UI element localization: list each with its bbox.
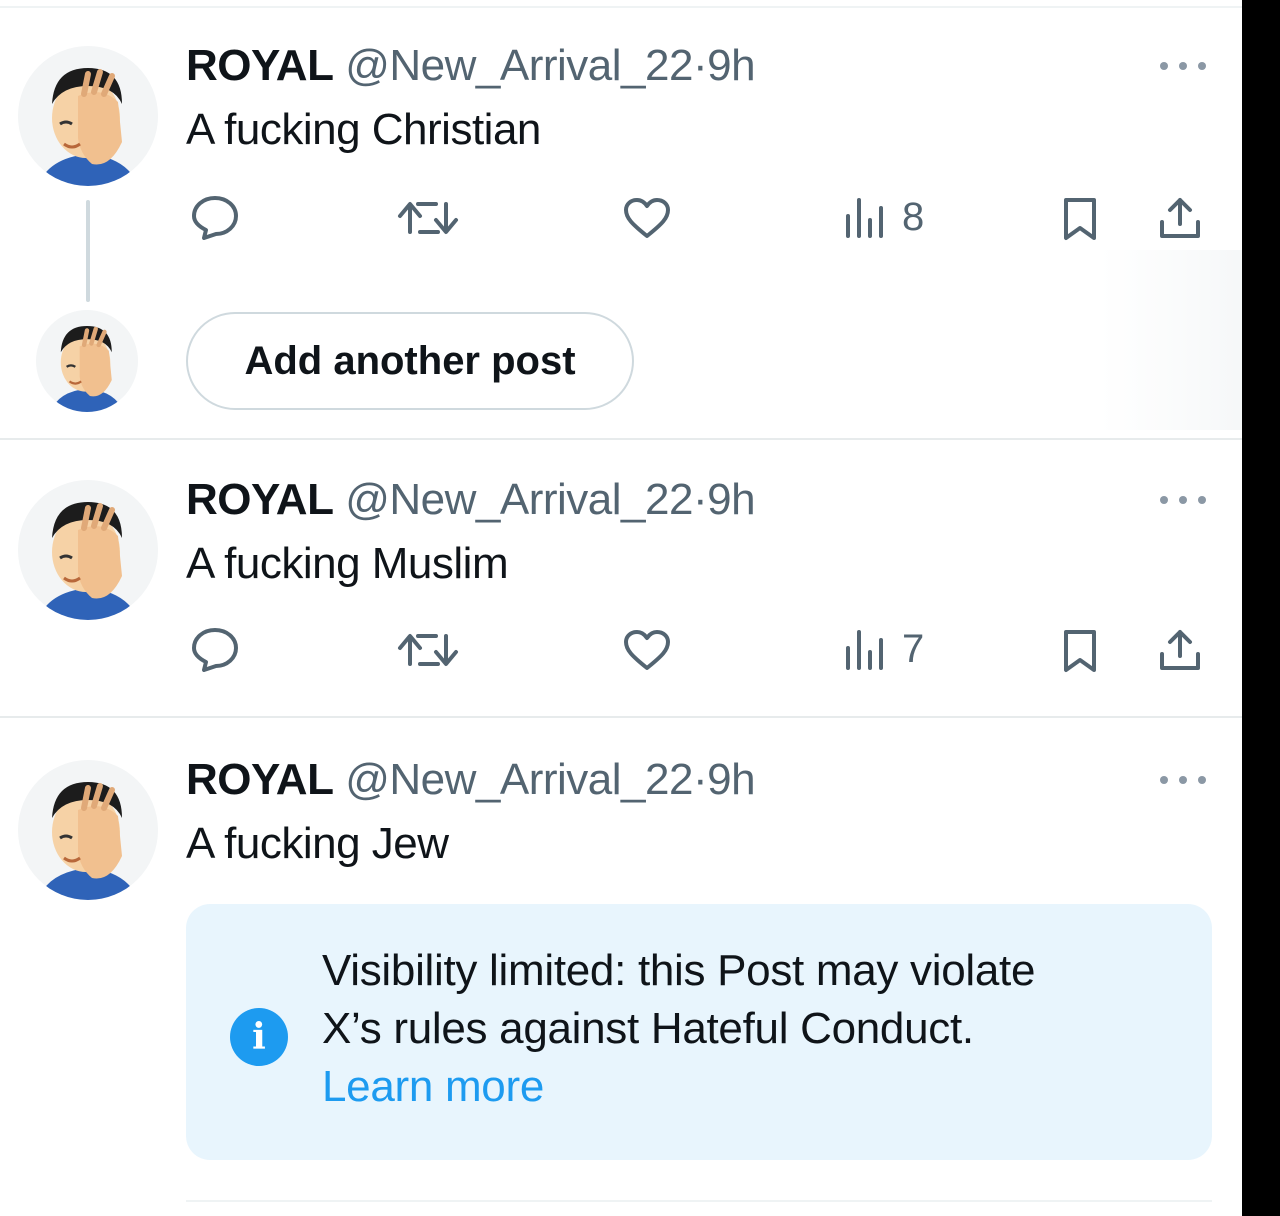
reply-icon	[192, 196, 238, 240]
more-options-icon[interactable]	[1160, 494, 1206, 506]
author-name[interactable]: ROYAL	[186, 475, 334, 524]
like-button[interactable]	[622, 628, 672, 672]
post-time[interactable]: 9h	[707, 41, 755, 90]
views-count: 8	[902, 195, 925, 239]
post-time[interactable]: 9h	[707, 755, 755, 804]
post-time[interactable]: 9h	[707, 475, 755, 524]
author-handle[interactable]: @New_Arrival_22	[345, 41, 693, 90]
author-handle[interactable]: @New_Arrival_22	[345, 475, 693, 524]
bottom-divider	[186, 1200, 1212, 1202]
decorative-shade	[1100, 250, 1242, 430]
like-button[interactable]	[622, 196, 672, 240]
notice-line-1: Visibility limited: this Post may violat…	[322, 946, 1036, 995]
post-text: A fucking Christian	[186, 105, 541, 154]
facepalm-avatar-icon	[18, 480, 158, 620]
views-count: 7	[902, 627, 925, 671]
thread-connector-line	[86, 200, 90, 302]
bookmark-icon	[1064, 198, 1096, 240]
repost-icon	[398, 634, 458, 666]
separator-dot: ·	[692, 475, 708, 524]
avatar[interactable]	[18, 46, 158, 186]
avatar[interactable]	[18, 480, 158, 620]
like-icon	[624, 630, 670, 670]
post-header: ROYAL @New_Arrival_22·9h	[186, 754, 756, 806]
separator-dot: ·	[692, 41, 708, 90]
avatar[interactable]	[18, 760, 158, 900]
separator-dot: ·	[692, 755, 708, 804]
views-icon	[846, 630, 883, 670]
views-icon	[846, 198, 883, 238]
learn-more-link[interactable]: Learn more	[322, 1058, 1035, 1116]
facepalm-avatar-icon	[18, 46, 158, 186]
author-name[interactable]: ROYAL	[186, 755, 334, 804]
post-text: A fucking Jew	[186, 819, 449, 868]
repost-icon	[398, 202, 458, 234]
share-icon	[1160, 198, 1200, 238]
reply-button[interactable]	[190, 626, 240, 672]
more-options-icon[interactable]	[1160, 60, 1206, 72]
views-button[interactable]: 7	[844, 626, 924, 672]
facepalm-avatar-icon	[18, 760, 158, 900]
info-icon: i	[230, 1008, 288, 1066]
composer-avatar[interactable]	[36, 310, 138, 412]
reply-button[interactable]	[190, 194, 240, 240]
like-icon	[624, 198, 670, 238]
post-header: ROYAL @New_Arrival_22·9h	[186, 40, 756, 92]
facepalm-avatar-icon	[36, 310, 138, 412]
post-header: ROYAL @New_Arrival_22·9h	[186, 474, 756, 526]
add-another-post-button[interactable]: Add another post	[186, 312, 634, 410]
more-options-icon[interactable]	[1160, 774, 1206, 786]
post-text: A fucking Muslim	[186, 539, 509, 588]
bookmark-button[interactable]	[1060, 628, 1100, 674]
timeline-screen: ROYAL @New_Arrival_22·9h A fucking Chris…	[0, 0, 1242, 1216]
bookmark-icon	[1064, 630, 1096, 672]
author-handle[interactable]: @New_Arrival_22	[345, 755, 693, 804]
reply-icon	[192, 628, 238, 672]
visibility-limited-notice: i Visibility limited: this Post may viol…	[186, 904, 1212, 1160]
top-divider	[0, 6, 1242, 8]
views-button[interactable]: 8	[844, 194, 924, 240]
post-divider	[0, 716, 1242, 718]
share-button[interactable]	[1156, 194, 1204, 242]
notice-message: Visibility limited: this Post may violat…	[322, 942, 1035, 1116]
repost-button[interactable]	[396, 628, 460, 672]
repost-button[interactable]	[396, 196, 460, 240]
bookmark-button[interactable]	[1060, 196, 1100, 242]
notice-line-2: X’s rules against Hateful Conduct.	[322, 1004, 974, 1053]
share-icon	[1160, 630, 1200, 670]
share-button[interactable]	[1156, 626, 1204, 674]
author-name[interactable]: ROYAL	[186, 41, 334, 90]
post-divider	[0, 438, 1242, 440]
